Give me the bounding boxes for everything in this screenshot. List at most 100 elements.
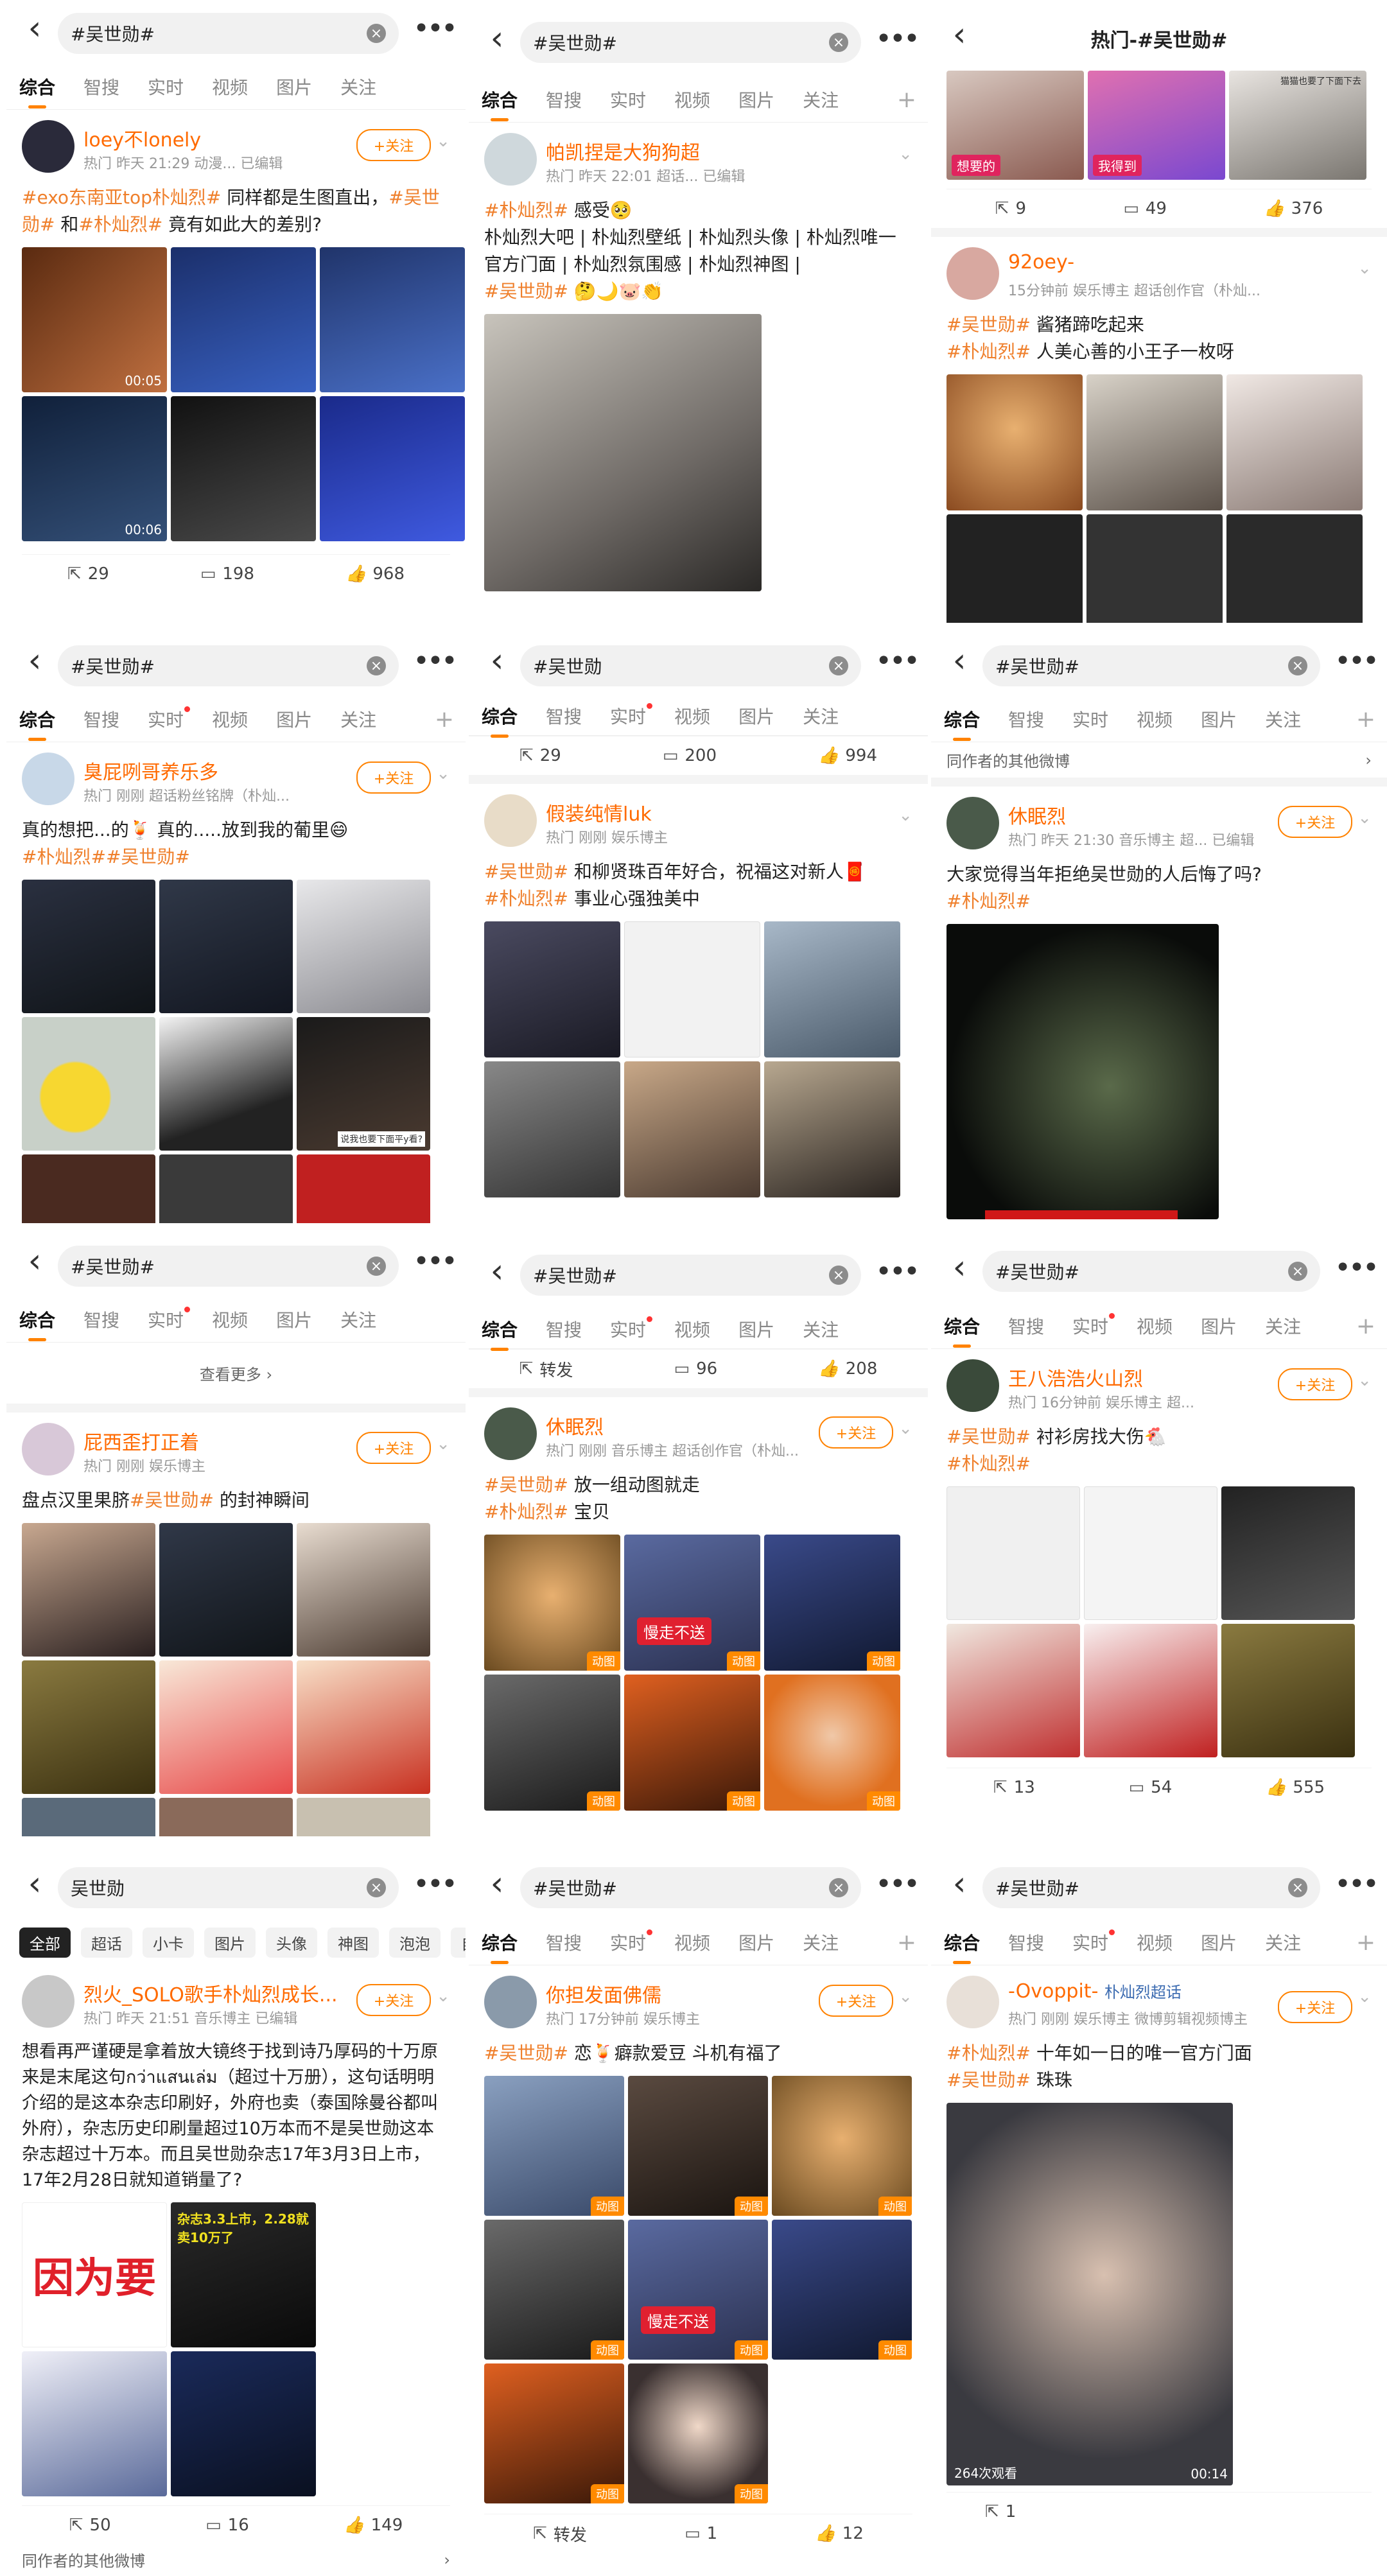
avatar[interactable] (946, 797, 999, 849)
video-thumbnail[interactable]: 00:06 (22, 396, 167, 541)
hashtag[interactable]: #朴灿烈# (484, 888, 568, 909)
username[interactable]: 王八浩浩火山烈 (1008, 1363, 1143, 1391)
image-thumbnail[interactable] (484, 314, 762, 591)
tab-zonghe[interactable]: 综合 (944, 1313, 980, 1348)
image-thumbnail[interactable] (159, 1154, 293, 1223)
gif-thumbnail[interactable]: 动图 (628, 2076, 768, 2216)
like-button[interactable]: 👍 12 (815, 2524, 863, 2543)
tab-shipin[interactable]: 视频 (212, 74, 248, 100)
image-thumbnail[interactable] (159, 880, 293, 1013)
chaohua-link[interactable]: 朴灿烈超话 (1104, 1983, 1182, 2001)
tab-guanzhu[interactable]: 关注 (1265, 1929, 1301, 1955)
tab-zhisou[interactable]: 智搜 (546, 1316, 582, 1342)
hashtag[interactable]: #朴灿烈# (484, 1501, 568, 1522)
image-thumbnail[interactable]: 杂志3.3上市，2.28就卖10万了 (171, 2202, 316, 2347)
more-icon[interactable]: ••• (412, 1242, 458, 1280)
chevron-down-icon[interactable]: ⌄ (436, 764, 450, 783)
tab-zhisou[interactable]: 智搜 (83, 706, 119, 732)
gif-thumbnail[interactable]: 动图 (484, 1675, 620, 1811)
pill-xiaoka[interactable]: 小卡 (143, 1927, 194, 1958)
tab-shishi[interactable]: 实时 (148, 706, 191, 732)
username[interactable]: loey不lonely (83, 124, 201, 152)
chevron-down-icon[interactable]: ⌄ (436, 1987, 450, 2006)
image-thumbnail[interactable]: 说我也要下面平y看? (297, 1017, 430, 1151)
see-more-link[interactable]: 查看更多 › (6, 1343, 466, 1404)
search-bar[interactable]: #吴世勋# × (520, 22, 861, 63)
image-thumbnail[interactable] (320, 396, 465, 541)
comment-button[interactable]: ▭ 54 (1129, 1778, 1173, 1797)
hashtag[interactable]: #吴世勋# (946, 314, 1031, 335)
image-thumbnail[interactable] (624, 921, 760, 1057)
tab-zhisou[interactable]: 智搜 (546, 703, 582, 729)
tab-zhisou[interactable]: 智搜 (1008, 1929, 1044, 1955)
search-bar[interactable]: #吴世勋# × (982, 1251, 1320, 1292)
tab-shishi[interactable]: 实时 (610, 87, 646, 112)
follow-button[interactable]: +关注 (1278, 1991, 1352, 2023)
tab-zonghe[interactable]: 综合 (19, 74, 55, 109)
gif-thumbnail[interactable]: 动图 (484, 2076, 624, 2216)
tab-guanzhu[interactable]: 关注 (803, 1929, 839, 1955)
image-thumbnail[interactable] (1086, 374, 1223, 510)
gif-thumbnail[interactable]: 慢走不送 动图 (624, 1535, 760, 1671)
search-bar[interactable]: #吴世勋# × (982, 1867, 1320, 1908)
tab-zonghe[interactable]: 综合 (944, 1929, 980, 1964)
tab-zhisou[interactable]: 智搜 (546, 87, 582, 112)
tab-shipin[interactable]: 视频 (674, 703, 710, 729)
chevron-down-icon[interactable]: ⌄ (898, 806, 912, 825)
more-icon[interactable]: ••• (1333, 1248, 1379, 1287)
more-icon[interactable]: ••• (412, 641, 458, 680)
image-thumbnail[interactable] (946, 1624, 1080, 1757)
tab-zonghe[interactable]: 综合 (482, 703, 518, 738)
username[interactable]: 帕凯捏是大狗狗超 (546, 137, 700, 165)
back-arrow-icon[interactable]: ‹ (15, 641, 54, 680)
hashtag[interactable]: #朴灿烈# (78, 214, 162, 235)
image-thumbnail[interactable] (297, 1660, 430, 1794)
back-arrow-icon[interactable]: ‹ (478, 19, 516, 58)
avatar[interactable] (484, 1407, 537, 1460)
avatar[interactable] (946, 247, 999, 300)
image-thumbnail[interactable] (22, 1154, 155, 1223)
video-player[interactable]: 264次观看 00:14 (946, 2103, 1233, 2485)
avatar[interactable] (484, 794, 537, 847)
image-thumbnail[interactable] (171, 396, 316, 541)
username[interactable]: 休眠烈 (1008, 801, 1066, 829)
tab-zonghe[interactable]: 综合 (19, 706, 55, 741)
tab-tupian[interactable]: 图片 (276, 74, 312, 100)
image-thumbnail[interactable] (22, 1523, 155, 1657)
back-arrow-icon[interactable]: ‹ (15, 1865, 54, 1903)
more-icon[interactable]: ••• (874, 641, 920, 680)
tab-guanzhu[interactable]: 关注 (803, 87, 839, 112)
clear-icon[interactable]: × (829, 1878, 848, 1897)
comment-button[interactable]: ▭ 16 (205, 2516, 249, 2535)
tab-shishi[interactable]: 实时 (148, 1307, 191, 1332)
hashtag[interactable]: #吴世勋# (484, 861, 568, 882)
pill-zipai[interactable]: 自拍 (451, 1927, 466, 1958)
tab-zhisou[interactable]: 智搜 (1008, 706, 1044, 732)
back-arrow-icon[interactable]: ‹ (15, 1242, 54, 1280)
hashtag[interactable]: #吴世勋# (484, 281, 568, 302)
add-tab-icon[interactable]: + (1356, 706, 1375, 733)
add-tab-icon[interactable]: + (897, 1929, 916, 1956)
username[interactable]: 假装纯情luk (546, 798, 652, 826)
username[interactable]: 92oey- (1008, 251, 1074, 274)
pill-chaohua[interactable]: 超话 (81, 1927, 132, 1958)
search-query[interactable]: #吴世勋# (533, 1262, 829, 1288)
chevron-down-icon[interactable]: ⌄ (1357, 259, 1372, 278)
image-thumbnail[interactable] (22, 1017, 155, 1151)
add-tab-icon[interactable]: + (1356, 1313, 1375, 1339)
comment-button[interactable]: ▭ 96 (674, 1359, 718, 1379)
add-tab-icon[interactable]: + (1356, 1929, 1375, 1956)
hashtag[interactable]: #朴灿烈# (946, 2042, 1031, 2064)
avatar[interactable] (22, 120, 74, 173)
back-arrow-icon[interactable]: ‹ (478, 1252, 516, 1291)
gif-thumbnail[interactable]: 动图 (764, 1675, 900, 1811)
tab-shipin[interactable]: 视频 (1137, 1313, 1173, 1339)
hashtag[interactable]: #吴世勋# (946, 1426, 1031, 1447)
search-query[interactable]: 吴世勋 (71, 1875, 367, 1901)
image-thumbnail[interactable] (171, 247, 316, 392)
like-button[interactable]: 👍 149 (344, 2516, 403, 2535)
pill-all[interactable]: 全部 (19, 1927, 71, 1958)
tab-shishi[interactable]: 实时 (610, 1316, 653, 1342)
repost-button[interactable]: ⇱ 1 (985, 2502, 1016, 2521)
more-icon[interactable]: ••• (412, 9, 458, 48)
